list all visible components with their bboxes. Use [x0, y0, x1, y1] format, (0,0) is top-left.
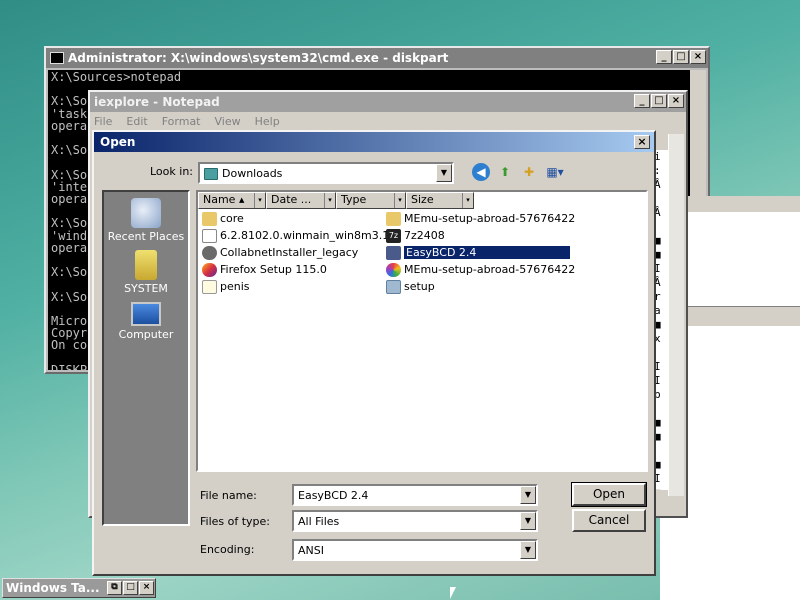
taskbar-item-label: Windows Ta... [6, 581, 100, 595]
lookin-value: Downloads [222, 166, 283, 180]
list-item[interactable]: Firefox Setup 115.0 [202, 261, 327, 278]
lookin-label: Look in: [150, 165, 193, 178]
maximize-button[interactable]: □ [123, 581, 138, 595]
file-icon [202, 228, 217, 243]
lookin-dropdown[interactable]: Downloads ▼ [198, 162, 454, 184]
open-dialog-title: Open [100, 135, 136, 149]
filetype-select[interactable]: All Files ▼ [292, 510, 538, 532]
cmd-title-text: Administrator: X:\windows\system32\cmd.e… [68, 51, 449, 65]
installer-icon [202, 245, 217, 260]
open-button[interactable]: Open [571, 482, 647, 507]
column-size[interactable]: Size ▾ [406, 192, 474, 209]
setup-icon [386, 279, 401, 294]
chevron-down-icon[interactable]: ▼ [520, 541, 536, 559]
list-item[interactable]: MEmu-setup-abroad-57676422 [386, 210, 575, 227]
chevron-down-icon[interactable]: ▼ [520, 512, 536, 530]
cancel-button[interactable]: Cancel [572, 509, 646, 532]
close-button[interactable]: × [690, 50, 706, 64]
text-file-icon [202, 279, 217, 294]
open-dialog: Open × Look in: Downloads ▼ ◀ ⬆ ✚ ▦▾ Rec… [92, 130, 656, 576]
filetype-value: All Files [298, 514, 340, 528]
cmd-titlebar[interactable]: Administrator: X:\windows\system32\cmd.e… [46, 48, 708, 68]
list-item[interactable]: penis [202, 278, 250, 295]
filename-value: EasyBCD 2.4 [298, 488, 369, 502]
filetype-label: Files of type: [200, 515, 271, 528]
computer-icon [131, 302, 161, 326]
new-folder-icon[interactable]: ✚ [520, 163, 538, 181]
place-system-label: SYSTEM [124, 282, 168, 295]
list-item[interactable]: setup [386, 278, 435, 295]
back-icon[interactable]: ◀ [472, 163, 490, 181]
folder-icon [204, 167, 218, 180]
folder-icon [386, 211, 401, 226]
cmd-app-icon [50, 52, 64, 64]
menu-view[interactable]: View [215, 115, 241, 128]
list-item[interactable]: MEmu-setup-abroad-57676422 [386, 261, 575, 278]
column-headers: Name ▲ ▾ Date ... ▾ Type ▾ Size ▾ [198, 192, 646, 209]
menu-help[interactable]: Help [255, 115, 280, 128]
column-name[interactable]: Name ▲ ▾ [198, 192, 266, 209]
chevron-down-icon[interactable]: ▼ [520, 486, 536, 504]
encoding-value: ANSI [298, 543, 324, 557]
list-item[interactable]: CollabnetInstaller_legacy [202, 244, 358, 261]
menu-format[interactable]: Format [162, 115, 201, 128]
file-list[interactable]: Name ▲ ▾ Date ... ▾ Type ▾ Size ▾ core 6.2.81… [196, 190, 648, 472]
restore-button[interactable]: ⧉ [107, 581, 122, 595]
dialog-close-button[interactable]: × [634, 135, 650, 149]
folder-icon [202, 211, 217, 226]
filename-field[interactable]: EasyBCD 2.4 ▼ [292, 484, 538, 506]
memu-icon [386, 262, 401, 277]
notepad-scrollbar[interactable] [668, 134, 684, 496]
close-button[interactable]: × [139, 581, 154, 595]
menu-edit[interactable]: Edit [126, 115, 147, 128]
encoding-select[interactable]: ANSI ▼ [292, 539, 538, 561]
encoding-label: Encoding: [200, 543, 255, 556]
place-system[interactable]: SYSTEM [104, 250, 188, 295]
place-computer[interactable]: Computer [104, 302, 188, 341]
easybcd-icon [386, 245, 401, 260]
place-recent-label: Recent Places [107, 230, 185, 243]
list-item[interactable]: 7z 7z2408 [386, 227, 445, 244]
menu-file[interactable]: File [94, 115, 112, 128]
notepad-titlebar[interactable]: iexplore - Notepad [90, 92, 686, 112]
places-bar: Recent Places SYSTEM Computer [102, 190, 190, 526]
taskbar-item-windows-task[interactable]: Windows Ta... ⧉ □ × [2, 578, 156, 598]
filename-label: File name: [200, 489, 257, 502]
notepad-menubar: File Edit Format View Help [90, 112, 686, 130]
firefox-icon [202, 262, 217, 277]
list-item[interactable]: EasyBCD 2.4 [386, 244, 571, 261]
notepad-title-text: iexplore - Notepad [94, 95, 220, 109]
notepad-close-button[interactable]: × [668, 94, 684, 108]
7zip-icon: 7z [386, 228, 401, 243]
place-recent[interactable]: Recent Places [104, 198, 188, 243]
notepad-maximize-button[interactable]: □ [651, 94, 667, 108]
view-menu-icon[interactable]: ▦▾ [544, 163, 566, 181]
notepad-minimize-button[interactable]: _ [634, 94, 650, 108]
recent-places-icon [131, 198, 161, 228]
mouse-cursor-icon [450, 587, 456, 599]
place-computer-label: Computer [118, 328, 174, 341]
up-folder-icon[interactable]: ⬆ [496, 163, 514, 181]
column-type[interactable]: Type ▾ [336, 192, 406, 209]
chevron-down-icon[interactable]: ▼ [436, 164, 452, 182]
user-folder-icon [135, 250, 157, 280]
column-date[interactable]: Date ... ▾ [266, 192, 336, 209]
open-dialog-titlebar[interactable]: Open [94, 132, 654, 152]
minimize-button[interactable]: _ [656, 50, 672, 64]
list-item[interactable]: core [202, 210, 244, 227]
maximize-button[interactable]: □ [673, 50, 689, 64]
list-item[interactable]: 6.2.8102.0.winmain_win8m3.1... [202, 227, 400, 244]
